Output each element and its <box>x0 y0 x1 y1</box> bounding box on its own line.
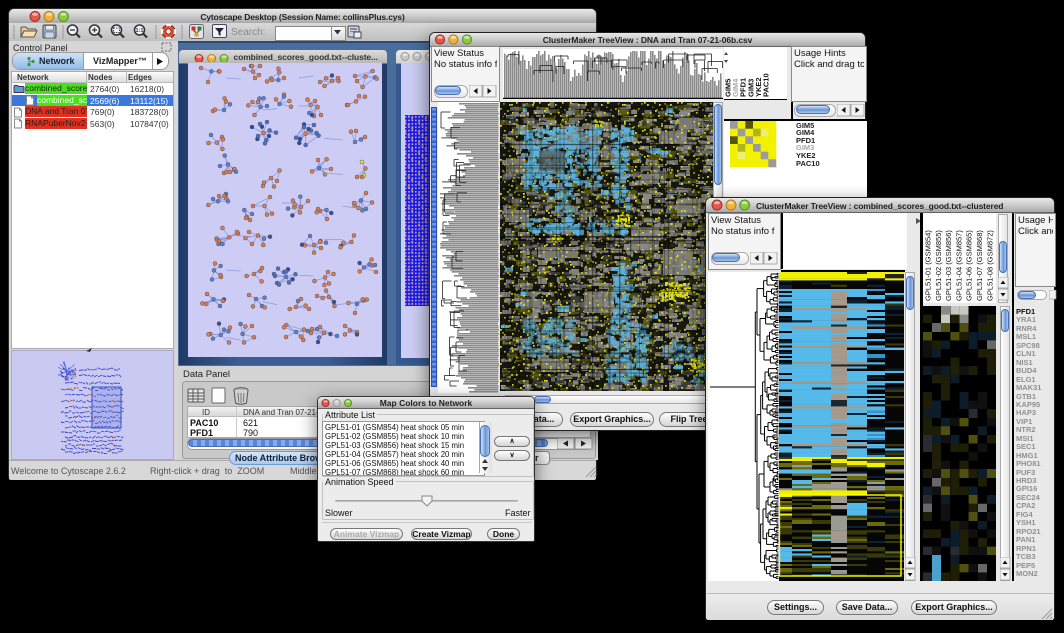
svg-text:1:1: 1:1 <box>136 28 144 34</box>
svg-text:GPL51-08 (GSM872): GPL51-08 (GSM872) <box>985 230 994 301</box>
svg-text:GPL51-07 (GSM868): GPL51-07 (GSM868) <box>975 230 984 301</box>
svg-text:GPL51-06 (GSM865): GPL51-06 (GSM865) <box>965 230 974 301</box>
svg-text:PAC10: PAC10 <box>762 73 771 97</box>
svg-text:GPL51-01 (GSM854): GPL51-01 (GSM854) <box>924 230 933 301</box>
svg-text:GPL51-03 (GSM856): GPL51-03 (GSM856) <box>944 230 953 301</box>
svg-text:GPL51-02 (GSM855): GPL51-02 (GSM855) <box>934 230 943 301</box>
svg-text:GPL51-04 (GSM857): GPL51-04 (GSM857) <box>954 230 963 301</box>
